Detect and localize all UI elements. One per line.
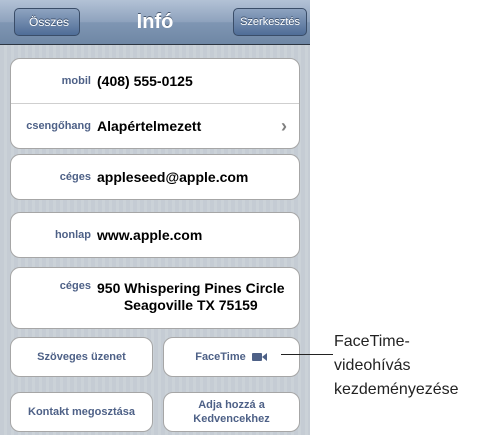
callout-line3: kezdeményezése — [334, 381, 459, 398]
address-line1: 950 Whispering Pines Circle — [97, 280, 285, 296]
phone-group: mobil (408) 555-0125 csengőhang Alapérte… — [10, 58, 300, 149]
mobile-row[interactable]: mobil (408) 555-0125 — [11, 59, 299, 103]
email-group: céges appleseed@apple.com — [10, 154, 300, 200]
callout-line1: FaceTime- — [334, 333, 410, 350]
add-to-favorites-text: Adja hozzá a Kedvencekhez — [193, 398, 269, 426]
facetime-button[interactable]: FaceTime — [163, 337, 300, 377]
contact-info-screen: Összes Infó Szerkesztés mobil (408) 555-… — [0, 0, 310, 435]
callout-line2: videohívás — [334, 357, 411, 374]
mobile-label: mobil — [61, 75, 91, 87]
address-group: céges 950 Whispering Pines Circle Seagov… — [10, 267, 300, 329]
ringtone-row[interactable]: csengőhang Alapértelmezett › — [11, 103, 299, 148]
callout-leader-line — [281, 354, 333, 355]
chevron-right-icon: › — [281, 116, 287, 136]
add-to-favorites-button[interactable]: Adja hozzá a Kedvencekhez — [163, 392, 300, 432]
edit-button[interactable]: Szerkesztés — [233, 8, 307, 36]
video-camera-icon — [251, 353, 267, 361]
address-value: 950 Whispering Pines Circle Seagoville T… — [97, 280, 285, 314]
text-message-label: Szöveges üzenet — [37, 351, 126, 363]
ringtone-label: csengőhang — [26, 120, 91, 132]
email-label: céges — [59, 171, 91, 183]
add-to-favorites-line2: Kedvencekhez — [193, 413, 270, 425]
share-contact-label: Kontakt megosztása — [28, 406, 135, 418]
navigation-bar: Összes Infó Szerkesztés — [0, 0, 310, 45]
address-row[interactable]: céges 950 Whispering Pines Circle Seagov… — [11, 268, 299, 328]
ringtone-value: Alapértelmezett — [97, 118, 202, 134]
email-value: appleseed@apple.com — [97, 169, 249, 185]
homepage-group: honlap www.apple.com — [10, 212, 300, 258]
email-row[interactable]: céges appleseed@apple.com — [11, 155, 299, 199]
homepage-value: www.apple.com — [97, 227, 203, 243]
facetime-label: FaceTime — [195, 351, 246, 363]
address-label: céges — [59, 280, 91, 292]
share-contact-button[interactable]: Kontakt megosztása — [10, 392, 153, 432]
mobile-value: (408) 555-0125 — [97, 73, 193, 89]
homepage-row[interactable]: honlap www.apple.com — [11, 213, 299, 257]
homepage-label: honlap — [54, 229, 91, 241]
add-to-favorites-line1: Adja hozzá a — [198, 399, 265, 411]
facetime-callout: FaceTime- videohívás kezdeményezése — [334, 330, 459, 402]
address-line2: Seagoville TX 75159 — [123, 297, 258, 313]
text-message-button[interactable]: Szöveges üzenet — [10, 337, 153, 377]
